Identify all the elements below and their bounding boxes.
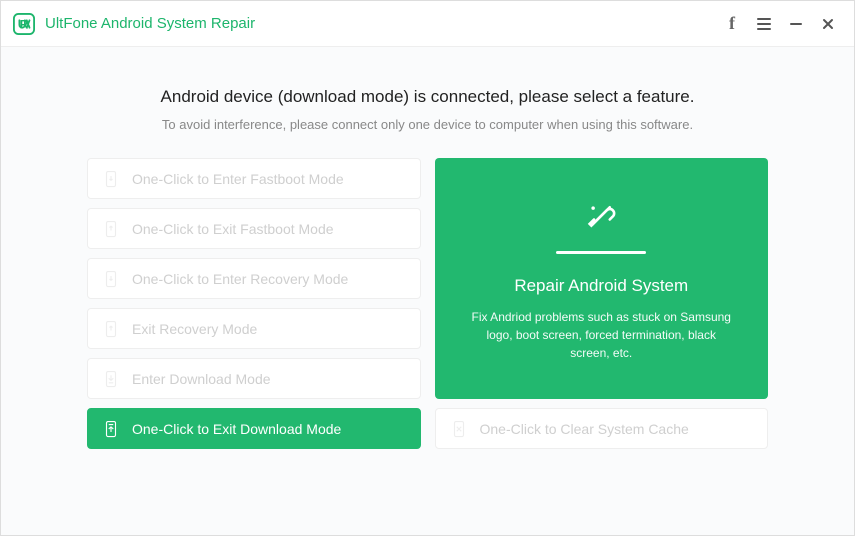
content-area: Android device (download mode) is connec…	[1, 47, 854, 535]
card-title: Repair Android System	[514, 276, 688, 296]
right-column: Repair Android System Fix Andriod proble…	[435, 158, 769, 449]
phone-arrow-icon	[102, 320, 120, 338]
option-label: One-Click to Clear System Cache	[480, 421, 689, 437]
card-divider	[556, 251, 646, 254]
feature-list: One-Click to Enter Fastboot Mode One-Cli…	[87, 158, 421, 449]
option-label: Enter Download Mode	[132, 371, 271, 387]
tools-icon	[580, 195, 622, 237]
menu-icon[interactable]	[750, 10, 778, 38]
phone-arrow-icon	[102, 270, 120, 288]
app-window: R UltFone Android System Repair f Androi…	[0, 0, 855, 536]
feature-grid: One-Click to Enter Fastboot Mode One-Cli…	[31, 158, 824, 449]
phone-upload-icon	[102, 420, 120, 438]
page-heading: Android device (download mode) is connec…	[31, 87, 824, 107]
option-clear-cache[interactable]: One-Click to Clear System Cache	[435, 408, 769, 449]
option-enter-recovery[interactable]: One-Click to Enter Recovery Mode	[87, 258, 421, 299]
option-label: One-Click to Enter Fastboot Mode	[132, 171, 344, 187]
option-enter-download[interactable]: Enter Download Mode	[87, 358, 421, 399]
phone-arrow-icon	[102, 170, 120, 188]
option-label: One-Click to Exit Download Mode	[132, 421, 341, 437]
repair-system-card[interactable]: Repair Android System Fix Andriod proble…	[435, 158, 769, 399]
app-title: UltFone Android System Repair	[45, 15, 255, 32]
svg-text:R: R	[20, 17, 29, 31]
option-enter-fastboot[interactable]: One-Click to Enter Fastboot Mode	[87, 158, 421, 199]
page-subheading: To avoid interference, please connect on…	[31, 117, 824, 132]
phone-download-icon	[102, 370, 120, 388]
option-label: Exit Recovery Mode	[132, 321, 257, 337]
card-description: Fix Andriod problems such as stuck on Sa…	[467, 308, 737, 362]
phone-clear-icon	[450, 420, 468, 438]
facebook-icon[interactable]: f	[718, 10, 746, 38]
phone-arrow-icon	[102, 220, 120, 238]
minimize-icon[interactable]	[782, 10, 810, 38]
app-logo-icon: R	[13, 13, 35, 35]
option-exit-fastboot[interactable]: One-Click to Exit Fastboot Mode	[87, 208, 421, 249]
option-label: One-Click to Exit Fastboot Mode	[132, 221, 334, 237]
option-exit-recovery[interactable]: Exit Recovery Mode	[87, 308, 421, 349]
option-exit-download[interactable]: One-Click to Exit Download Mode	[87, 408, 421, 449]
close-icon[interactable]	[814, 10, 842, 38]
title-bar: R UltFone Android System Repair f	[1, 1, 854, 47]
option-label: One-Click to Enter Recovery Mode	[132, 271, 348, 287]
